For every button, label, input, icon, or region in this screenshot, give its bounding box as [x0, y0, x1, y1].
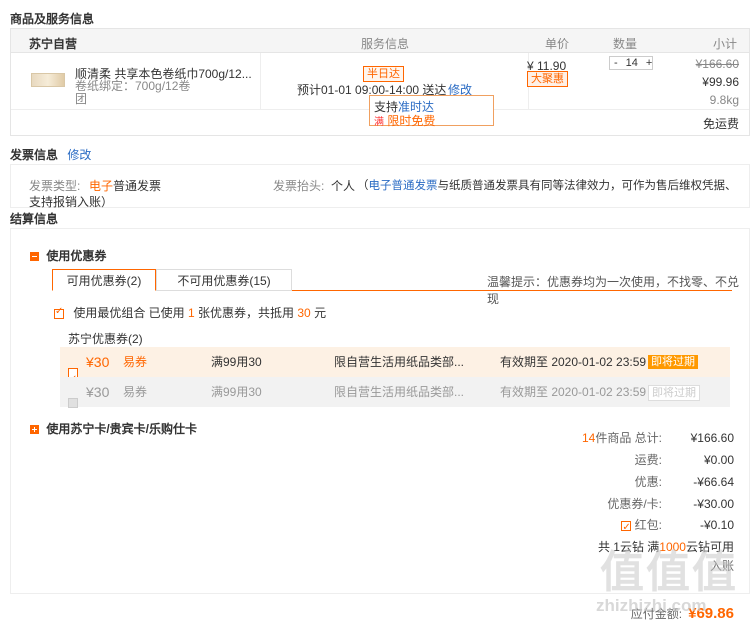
invoice-type-label: 发票类型: [29, 179, 81, 193]
col-qty: 数量 [613, 37, 638, 51]
expire-soon-tag: 即将过期 [648, 385, 700, 401]
watermark-logo: 值值值 [600, 548, 738, 597]
summary-coupon-row: 优惠券/卡: -¥30.00 [607, 494, 734, 514]
col-subtotal: 小计 [713, 37, 738, 51]
combo-count: 1 [188, 306, 195, 320]
invoice-section-title: 发票信息 [10, 148, 59, 162]
invoice-note: （电子普通发票与纸质普通发票具有同等法律效力，可作为售后维权凭据、 [357, 180, 737, 192]
expire-soon-tag: 即将过期 [648, 355, 698, 369]
combo-amount: 30 [297, 306, 311, 320]
product-thumbnail[interactable] [31, 73, 65, 87]
coupon-row[interactable]: ¥30 易券 满99用30 限自营生活用纸品类部... 有效期至 2020-01… [60, 377, 730, 408]
card-toggle[interactable]: 使用苏宁卡/贵宾卡/乐购仕卡 [30, 420, 197, 437]
free-icon: 满 [374, 117, 384, 128]
invoice-head: 个人 [331, 179, 356, 193]
redpacket-checkbox[interactable] [621, 518, 632, 538]
best-combo: 使用最优组合 已使用 1 张优惠券，共抵用 30 元 [54, 304, 326, 321]
coupon-scope: 限自营生活用纸品类部... [334, 355, 465, 369]
coupon-group-title: 苏宁优惠券(2) [68, 332, 143, 346]
summary-discount: -¥66.64 [693, 475, 734, 489]
col-service: 服务信息 [361, 37, 410, 51]
qty-minus-button[interactable]: - [610, 57, 622, 69]
summary-redpacket-row: 红包: -¥0.10 [621, 515, 734, 538]
subtotal: ¥99.96 [702, 75, 739, 89]
coupon-toggle[interactable]: 使用优惠券 [30, 247, 106, 264]
divider [260, 53, 261, 109]
summary-freight-row: 运费: ¥0.00 [635, 450, 734, 470]
coupon-expire: 有效期至 2020-01-02 23:59 [500, 385, 647, 399]
qty-input[interactable]: 14 [622, 57, 642, 69]
qty-plus-button[interactable]: + [642, 57, 656, 69]
coupon-amount: ¥30 [86, 354, 110, 370]
store-name: 苏宁自营 [29, 37, 78, 51]
collapse-icon[interactable] [30, 252, 39, 262]
summary-redpacket: -¥0.10 [699, 518, 734, 532]
invoice-note-line2: 支持报销入账） [29, 195, 114, 209]
summary-discount-row: 优惠: -¥66.64 [635, 472, 734, 492]
invoice-type: 普通发票 [113, 179, 162, 193]
original-subtotal: ¥166.60 [695, 57, 739, 71]
watermark-site: zhizhizhi.com [596, 596, 707, 615]
goods-section-title: 商品及服务信息 [10, 12, 95, 26]
item-count: 14 [581, 431, 596, 445]
settle-section-title: 结算信息 [10, 212, 59, 226]
best-combo-checkbox[interactable] [54, 306, 64, 319]
invoice-type-highlight: 电子 [89, 179, 114, 193]
invoice-head-label: 发票抬头: [273, 179, 325, 193]
product-spec: 卷纸绑定：700g/12卷 [75, 79, 191, 93]
coupon-type: 易券 [123, 385, 148, 399]
tab-unavailable-coupons[interactable]: 不可用优惠券(15) [156, 269, 292, 291]
service-free: 限时免费 [387, 114, 436, 128]
shipping: 免运费 [702, 117, 739, 131]
summary-total: ¥166.60 [690, 431, 734, 445]
coupon-rule: 满99用30 [211, 385, 262, 399]
invoice-note-link[interactable]: 电子普通发票 [369, 180, 438, 192]
coupon-tip: 温馨提示：优惠券均为一次使用，不找零、不兑现 [487, 275, 740, 306]
coupon-row[interactable]: ¥30 易券 满99用30 限自营生活用纸品类部... 有效期至 2020-01… [60, 347, 730, 395]
invoice-panel: 发票类型: 电子普通发票 发票抬头: 个人 （电子普通发票与纸质普通发票具有同等… [10, 164, 750, 209]
summary-total-row: 14件商品 总计: ¥166.60 [582, 428, 734, 448]
coupon-amount: ¥30 [86, 384, 110, 400]
coupon-title: 使用优惠券 [46, 249, 107, 263]
product-spec-2: 团 [75, 92, 88, 106]
tab-available-coupons[interactable]: 可用优惠券(2) [52, 269, 156, 291]
goods-panel: 苏宁自营 服务信息 单价 数量 小计 顺清柔 共享本色卷纸巾700g/12...… [10, 28, 750, 136]
summary-coupon: -¥30.00 [693, 497, 734, 511]
coupon-expire: 有效期至 2020-01-02 23:59 [500, 355, 647, 369]
coupon-checkbox[interactable] [68, 397, 78, 408]
quantity-stepper[interactable]: - 14 + [609, 56, 653, 70]
delivery-tag: 半日达 [363, 66, 404, 82]
invoice-modify-link[interactable]: 修改 [67, 148, 91, 162]
service-popup: 支持准时达 满 限时免费 [369, 95, 494, 128]
price-tag: 大聚惠 [527, 71, 568, 87]
coupon-scope: 限自营生活用纸品类部... [334, 385, 465, 399]
card-title: 使用苏宁卡/贵宾卡/乐购仕卡 [46, 422, 198, 436]
coupon-rule: 满99用30 [211, 355, 262, 369]
expand-icon[interactable] [30, 425, 39, 435]
weight: 9.8kg [709, 93, 739, 107]
col-price: 单价 [545, 37, 570, 51]
summary-freight: ¥0.00 [703, 453, 734, 467]
coupon-type: 易券 [123, 355, 148, 369]
